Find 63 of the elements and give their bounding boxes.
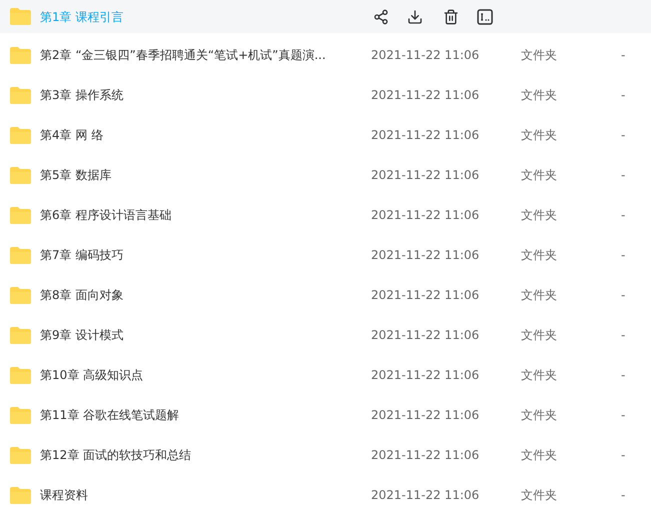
file-type: 文件夹 [521, 47, 558, 64]
folder-icon [10, 286, 31, 304]
file-name: 第9章 设计模式 [40, 327, 124, 344]
file-name: 第12章 面试的软技巧和总结 [40, 447, 192, 464]
file-type: 文件夹 [521, 287, 558, 304]
folder-icon [10, 366, 31, 384]
file-size: - [621, 167, 626, 184]
file-type: 文件夹 [521, 247, 558, 264]
folder-icon [10, 406, 31, 424]
file-name: 第6章 程序设计语言基础 [40, 207, 172, 224]
file-name: 第3章 操作系统 [40, 87, 124, 104]
file-size: - [621, 327, 626, 344]
modified-date: 2021-11-22 11:06 [371, 47, 480, 64]
modified-date: 2021-11-22 11:06 [371, 327, 480, 344]
file-type: 文件夹 [521, 167, 558, 184]
file-type: 文件夹 [521, 127, 558, 144]
modified-date: 2021-11-22 11:06 [371, 127, 480, 144]
rename-icon[interactable] [475, 8, 495, 24]
folder-icon [10, 446, 31, 464]
folder-icon [10, 46, 31, 64]
file-size: - [621, 407, 626, 424]
file-size: - [621, 127, 626, 144]
folder-icon [10, 486, 31, 504]
modified-date: 2021-11-22 11:06 [371, 87, 480, 104]
file-name: 第5章 数据库 [40, 167, 112, 184]
folder-icon [10, 206, 31, 224]
file-name: 第8章 面向对象 [40, 287, 124, 304]
file-name: 第10章 高级知识点 [40, 367, 144, 384]
file-name: 第2章 “金三银四”春季招聘通关“笔试+机试”真题演... [40, 47, 327, 64]
file-type: 文件夹 [521, 327, 558, 344]
file-type: 文件夹 [521, 487, 558, 504]
folder-icon [10, 246, 31, 264]
file-size: - [621, 367, 626, 384]
modified-date: 2021-11-22 11:06 [371, 207, 480, 224]
modified-date: 2021-11-22 11:06 [371, 247, 480, 264]
file-name: 第4章 网 络 [40, 127, 104, 144]
file-name: 课程资料 [40, 487, 89, 504]
file-type: 文件夹 [521, 367, 558, 384]
file-size: - [621, 447, 626, 464]
modified-date: 2021-11-22 11:06 [371, 447, 480, 464]
file-type: 文件夹 [521, 87, 558, 104]
file-type: 文件夹 [521, 447, 558, 464]
file-size: - [621, 87, 626, 104]
file-type: 文件夹 [521, 407, 558, 424]
folder-icon [10, 86, 31, 104]
folder-icon [10, 126, 31, 144]
file-name: 第11章 谷歌在线笔试题解 [40, 407, 180, 424]
file-size: - [621, 287, 626, 304]
file-size: - [621, 207, 626, 224]
modified-date: 2021-11-22 11:06 [371, 487, 480, 504]
file-type: 文件夹 [521, 207, 558, 224]
modified-date: 2021-11-22 11:06 [371, 287, 480, 304]
folder-icon [10, 326, 31, 344]
file-size: - [621, 487, 626, 504]
modified-date: 2021-11-22 11:06 [371, 167, 480, 184]
modified-date: 2021-11-22 11:06 [371, 407, 480, 424]
folder-icon [10, 166, 31, 184]
file-name: 第7章 编码技巧 [40, 247, 124, 264]
modified-date: 2021-11-22 11:06 [371, 367, 480, 384]
file-size: - [621, 47, 626, 64]
folder-icon [10, 8, 31, 25]
file-name: 第1章 课程引言 [40, 8, 124, 26]
file-size: - [621, 247, 626, 264]
